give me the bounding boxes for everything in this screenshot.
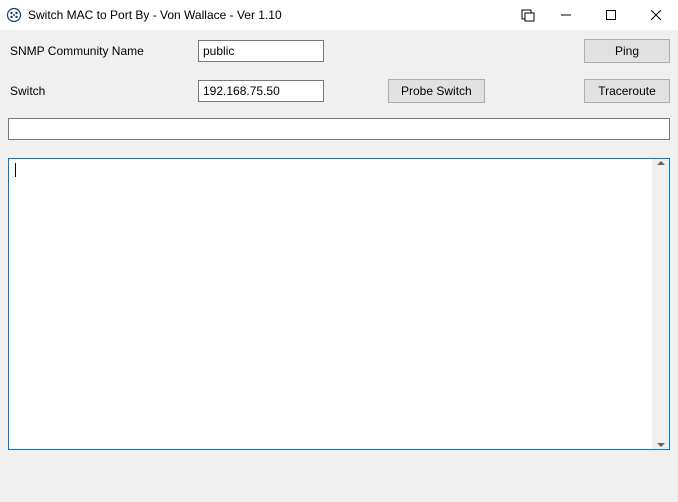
switch-input[interactable] xyxy=(198,80,324,102)
snmp-row: SNMP Community Name Ping xyxy=(8,38,670,64)
app-icon xyxy=(6,7,22,23)
scroll-down-icon[interactable] xyxy=(657,443,665,447)
client-area: SNMP Community Name Ping Switch Probe Sw… xyxy=(0,30,678,502)
system-menu-icon[interactable] xyxy=(513,0,543,30)
traceroute-button[interactable]: Traceroute xyxy=(584,79,670,103)
snmp-right-cell: Ping xyxy=(584,39,670,63)
switch-row: Switch Probe Switch Traceroute xyxy=(8,78,670,104)
ping-button[interactable]: Ping xyxy=(584,39,670,63)
snmp-label: SNMP Community Name xyxy=(8,44,188,58)
output-area[interactable] xyxy=(8,158,670,450)
titlebar: Switch MAC to Port By - Von Wallace - Ve… xyxy=(0,0,678,30)
maximize-button[interactable] xyxy=(588,0,633,30)
status-input[interactable] xyxy=(8,118,670,140)
close-button[interactable] xyxy=(633,0,678,30)
window-title: Switch MAC to Port By - Von Wallace - Ve… xyxy=(28,8,282,22)
snmp-input[interactable] xyxy=(198,40,324,62)
output-text[interactable] xyxy=(9,159,652,449)
output-scrollbar[interactable] xyxy=(652,159,669,449)
text-caret xyxy=(15,163,16,177)
probe-switch-button[interactable]: Probe Switch xyxy=(388,79,485,103)
switch-right-cell: Traceroute xyxy=(584,79,670,103)
minimize-button[interactable] xyxy=(543,0,588,30)
switch-middle-cell: Probe Switch xyxy=(348,79,574,103)
switch-label: Switch xyxy=(8,84,188,98)
scroll-up-icon[interactable] xyxy=(657,161,665,165)
